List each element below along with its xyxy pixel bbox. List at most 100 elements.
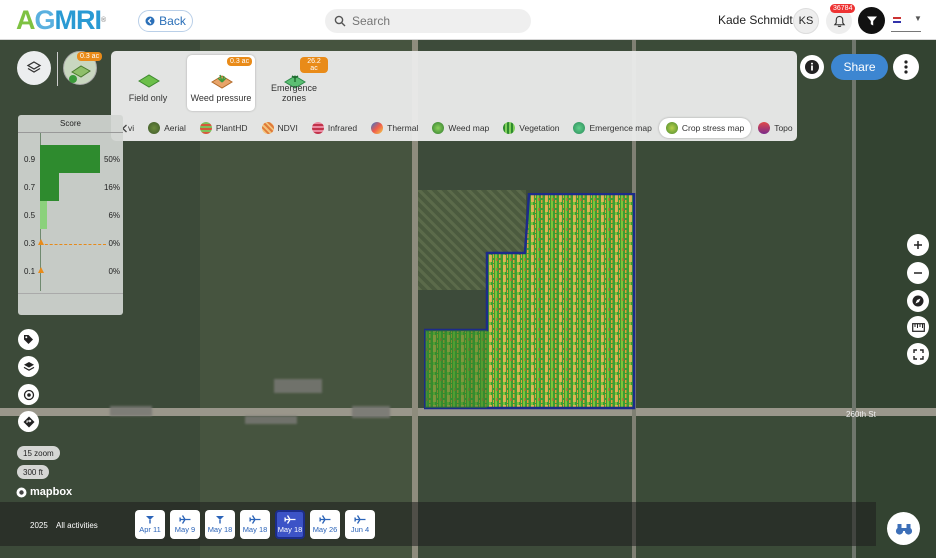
tag-icon	[24, 335, 33, 344]
timeline-scope[interactable]: All activities	[56, 521, 98, 530]
target-icon	[23, 389, 34, 400]
score-legend-panel: Score 0.9 50% 0.7 16% 0.5 6% 0.3 0% 0.1 0%	[18, 115, 123, 315]
back-button-label: Back	[159, 14, 186, 28]
timeline-date-1[interactable]: May 9	[170, 510, 200, 539]
search-icon	[334, 15, 346, 27]
score-bar	[40, 201, 47, 229]
top-bar: AGMRI® Back Kade Schmidt KS 36784 ▼	[0, 0, 936, 40]
directions-button[interactable]	[18, 411, 39, 432]
chevron-left-icon	[145, 16, 155, 26]
ndvi-icon	[261, 122, 274, 134]
tab-thermal[interactable]: Thermal	[364, 118, 425, 138]
imagery-tabs: vi Aerial PlantHD NDVI Infrared Thermal …	[121, 117, 797, 139]
weed-map-icon	[432, 122, 445, 134]
timeline-year[interactable]: 2025	[30, 521, 48, 530]
field-acres-badge: 0.3 ac	[77, 52, 103, 61]
locate-button[interactable]	[18, 384, 39, 405]
tab-aerial[interactable]: Aerial	[141, 118, 193, 138]
zoom-in-button[interactable]	[907, 234, 929, 256]
score-title: Score	[18, 115, 123, 133]
timeline-date-label: May 18	[207, 525, 233, 534]
tab-planthd[interactable]: PlantHD	[193, 118, 255, 138]
timeline-date-4[interactable]: May 18	[275, 510, 305, 539]
score-row: 0.5 6%	[18, 201, 123, 229]
zoom-level-label: 15 zoom	[17, 446, 60, 460]
score-label: 0.1	[24, 267, 36, 276]
tab-ndvi[interactable]: NDVI	[255, 118, 305, 138]
crop-stress-overlay[interactable]	[424, 193, 636, 411]
tab-weed-map[interactable]: Weed map	[425, 118, 496, 138]
tab-topo[interactable]: Topo	[751, 118, 799, 138]
product-weed-pressure[interactable]: 0.3 ac Weed pressure	[187, 55, 255, 111]
field-only-icon	[138, 74, 160, 88]
timeline-date-label: May 18	[277, 525, 303, 534]
plane-icon	[319, 515, 331, 524]
tab-vi[interactable]: vi	[128, 118, 141, 138]
score-percent: 0%	[108, 239, 120, 248]
aerial-icon	[148, 122, 161, 134]
tab-crop-stress-map[interactable]: Crop stress map	[658, 118, 752, 138]
search-box[interactable]	[325, 9, 531, 33]
crop-stress-icon	[665, 122, 678, 134]
back-button[interactable]: Back	[138, 10, 193, 32]
compass-button[interactable]	[907, 290, 929, 312]
score-bar	[40, 145, 100, 173]
product-emergence-zones[interactable]: 26.2 ac Emergence zones	[260, 55, 328, 111]
timeline-date-3[interactable]: May 18	[240, 510, 270, 539]
plus-icon	[914, 241, 922, 249]
more-options-button[interactable]	[893, 54, 919, 80]
layers-icon	[26, 61, 42, 73]
mapbox-attribution[interactable]: mapbox	[16, 486, 72, 498]
plane-icon	[179, 515, 191, 524]
blurred-label	[352, 406, 390, 418]
timeline-dates: Apr 11 May 9 May 18 May 18 May 18 May 26 Jun 4	[135, 510, 375, 539]
score-label: 0.7	[24, 183, 36, 192]
plane-icon	[354, 515, 366, 524]
info-icon	[805, 60, 819, 74]
tab-infrared[interactable]: Infrared	[305, 118, 364, 138]
info-button[interactable]	[800, 55, 824, 79]
user-avatar[interactable]: KS	[793, 8, 819, 34]
share-button[interactable]: Share	[831, 54, 888, 80]
layers-toggle-button[interactable]	[17, 51, 51, 85]
score-label: 0.9	[24, 155, 36, 164]
emergence-map-icon	[573, 122, 586, 134]
binoculars-icon	[895, 523, 912, 535]
plane-icon	[249, 515, 261, 524]
score-marker	[38, 239, 44, 245]
explore-button[interactable]	[887, 512, 920, 545]
timeline-date-label: May 9	[174, 525, 196, 534]
blurred-label	[110, 406, 152, 416]
timeline-date-2[interactable]: May 18	[205, 510, 235, 539]
planthd-icon	[199, 122, 212, 134]
timeline-date-0[interactable]: Apr 11	[135, 510, 165, 539]
timeline-date-5[interactable]: May 26	[310, 510, 340, 539]
tag-tool-button[interactable]	[18, 329, 39, 350]
zoom-out-button[interactable]	[907, 262, 929, 284]
agmri-logo[interactable]: AGMRI®	[16, 7, 106, 34]
minus-icon	[914, 272, 922, 274]
tab-emergence-map[interactable]: Emergence map	[566, 118, 658, 138]
product-field-only[interactable]: Field only	[114, 55, 182, 111]
language-caret-icon[interactable]: ▼	[914, 14, 922, 23]
tab-vegetation[interactable]: Vegetation	[496, 118, 566, 138]
search-input[interactable]	[352, 14, 512, 28]
timeline-date-label: Apr 11	[139, 525, 161, 534]
us-flag-icon[interactable]	[893, 17, 901, 23]
vegetation-icon	[503, 122, 516, 134]
layer-stack-button[interactable]	[18, 356, 39, 377]
score-label: 0.3	[24, 239, 36, 248]
timeline-date-6[interactable]: Jun 4	[345, 510, 375, 539]
measure-button[interactable]	[907, 316, 929, 338]
notification-count-badge: 36784	[830, 4, 856, 13]
timeline-bar: 2025 All activities Apr 11 May 9 May 18 May…	[0, 502, 876, 546]
language-select-underline	[891, 31, 921, 32]
score-label: 0.5	[24, 211, 36, 220]
blurred-label	[245, 416, 297, 424]
score-footer	[18, 293, 123, 315]
scale-label: 300 ft	[17, 465, 50, 479]
fullscreen-button[interactable]	[907, 343, 929, 365]
satellite-icon	[146, 516, 154, 524]
filter-button[interactable]	[858, 7, 885, 34]
satellite-icon	[216, 516, 224, 524]
